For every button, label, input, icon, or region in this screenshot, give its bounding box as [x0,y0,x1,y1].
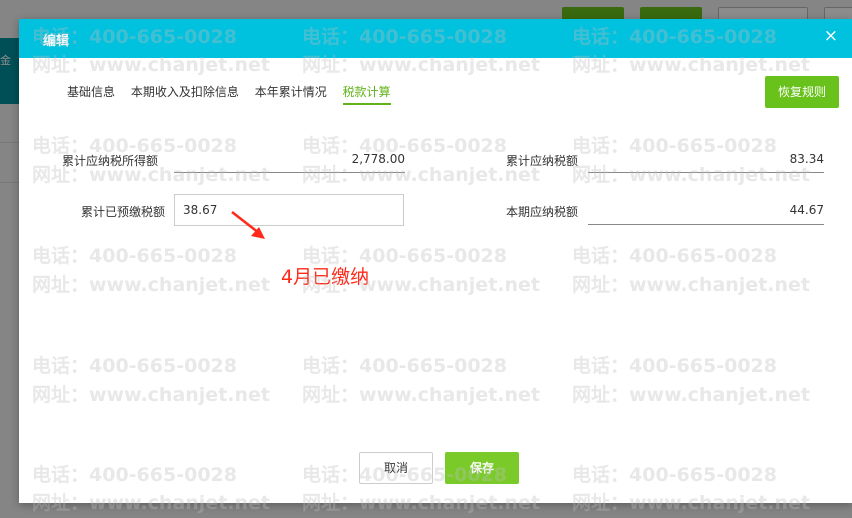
dialog-header: 编辑 × [19,19,852,58]
save-button[interactable]: 保存 [445,452,519,484]
annotation-text: 4月已缴纳 [281,266,370,288]
annotation-arrow-icon [231,211,265,239]
dialog-title: 编辑 [43,34,70,49]
tab-year-cumulative[interactable]: 本年累计情况 [255,83,327,103]
cumulative-tax-payable-value: 83.34 [789,152,824,166]
cumulative-prepaid-tax-label: 累计已预缴税额 [81,205,166,219]
current-tax-payable-value: 44.67 [789,203,824,217]
cumulative-taxable-income-label: 累计应纳税所得额 [62,154,159,168]
current-tax-payable-underline [588,224,824,225]
cumulative-taxable-income-underline [174,172,405,173]
cumulative-tax-payable-label: 累计应纳税额 [506,154,579,168]
close-icon[interactable]: × [824,28,838,45]
cumulative-taxable-income-value: 2,778.00 [351,152,405,166]
tab-tax-calculation[interactable]: 税款计算 [342,83,391,105]
cumulative-tax-payable-underline [588,172,824,173]
edit-dialog: 编辑 × 基础信息 本期收入及扣除信息 本年累计情况 税款计算 恢复规则 累计应… [19,19,852,503]
tab-bar: 基础信息 本期收入及扣除信息 本年累计情况 税款计算 [67,83,403,105]
cumulative-prepaid-tax-input[interactable] [174,194,404,226]
cancel-button[interactable]: 取消 [359,452,433,484]
restore-rules-button[interactable]: 恢复规则 [765,76,839,108]
tab-basic-info[interactable]: 基础信息 [67,83,115,103]
tab-current-income-deductions[interactable]: 本期收入及扣除信息 [131,83,239,103]
current-tax-payable-label: 本期应纳税额 [506,205,579,219]
